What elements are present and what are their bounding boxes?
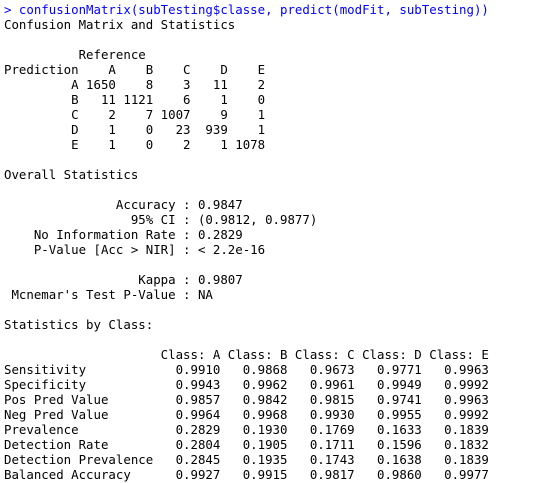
matrix-reference-label: Reference <box>4 47 146 62</box>
confidence-interval-line: 95% CI : (0.9812, 0.9877) <box>4 212 318 227</box>
matrix-row: E 1 0 2 1 1078 <box>4 137 266 152</box>
stat-row-sensitivity: Sensitivity 0.9910 0.9868 0.9673 0.9771 … <box>4 362 489 377</box>
matrix-header-row: Prediction A B C D E <box>4 62 266 77</box>
statistics-by-class-heading: Statistics by Class: <box>4 317 154 332</box>
matrix-row: C 2 7 1007 9 1 <box>4 107 266 122</box>
p-value-line: P-Value [Acc > NIR] : < 2.2e-16 <box>4 242 266 257</box>
matrix-row: B 11 1121 6 1 0 <box>4 92 266 107</box>
stat-row-prevalence: Prevalence 0.2829 0.1930 0.1769 0.1633 0… <box>4 422 489 437</box>
r-console-output: > confusionMatrix(subTesting$classe, pre… <box>0 0 544 483</box>
stat-row-detection-prevalence: Detection Prevalence 0.2845 0.1935 0.174… <box>4 452 489 467</box>
mcnemar-line: Mcnemar's Test P-Value : NA <box>4 287 213 302</box>
matrix-row: A 1650 8 3 11 2 <box>4 77 266 92</box>
stat-row-specificity: Specificity 0.9943 0.9962 0.9961 0.9949 … <box>4 377 489 392</box>
stat-row-pos-pred-value: Pos Pred Value 0.9857 0.9842 0.9815 0.97… <box>4 392 489 407</box>
overall-statistics-heading: Overall Statistics <box>4 167 139 182</box>
stat-row-balanced-accuracy: Balanced Accuracy 0.9927 0.9915 0.9817 0… <box>4 467 489 482</box>
matrix-row: D 1 0 23 939 1 <box>4 122 266 137</box>
command-line: > confusionMatrix(subTesting$classe, pre… <box>4 2 489 17</box>
no-information-rate-line: No Information Rate : 0.2829 <box>4 227 243 242</box>
stat-row-detection-rate: Detection Rate 0.2804 0.1905 0.1711 0.15… <box>4 437 489 452</box>
stat-row-neg-pred-value: Neg Pred Value 0.9964 0.9968 0.9930 0.99… <box>4 407 489 422</box>
kappa-line: Kappa : 0.9807 <box>4 272 243 287</box>
class-header-row: Class: A Class: B Class: C Class: D Clas… <box>4 347 489 362</box>
accuracy-line: Accuracy : 0.9847 <box>4 197 243 212</box>
output-title: Confusion Matrix and Statistics <box>4 17 236 32</box>
